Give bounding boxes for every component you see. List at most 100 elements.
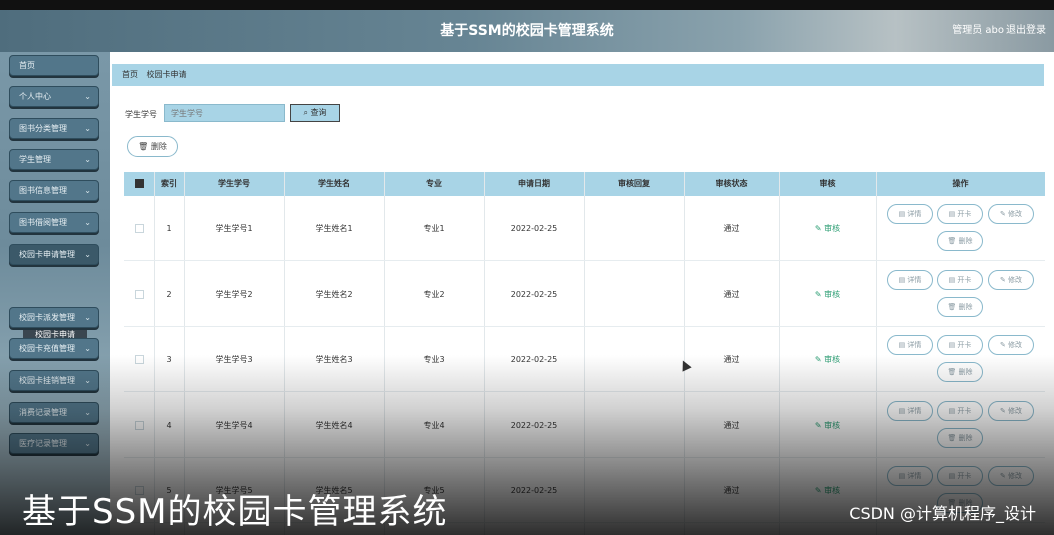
action-label: 详情: [907, 406, 922, 415]
open-card-button[interactable]: ▤ 开卡: [937, 335, 983, 355]
sidebar-item-7[interactable]: 校园卡派发管理 ⌄: [9, 307, 99, 328]
current-user: 管理员 abo: [952, 25, 1004, 36]
audit-link[interactable]: ✎ 审核: [779, 327, 876, 392]
row-checkbox[interactable]: [135, 355, 144, 364]
table-row: 4 学生学号4 学生姓名4 专业4 2022-02-25 通过 ✎ 审核 ▤ 详情 ▤ 开卡 ✎ …: [124, 393, 1045, 458]
search-button[interactable]: ⌕ 查询: [290, 104, 340, 122]
audit-link[interactable]: ✎ 审核: [779, 196, 876, 261]
sidebar-item-1[interactable]: 个人中心 ⌄: [9, 86, 99, 107]
column-header: 申请日期: [518, 179, 550, 188]
sidebar-item-label: 个人中心: [19, 92, 51, 101]
column-header: 操作: [952, 179, 969, 188]
table-cell-date: 2022-02-25: [510, 486, 558, 495]
logout-link[interactable]: 退出登录: [1006, 10, 1046, 52]
sidebar-item-9[interactable]: 校园卡挂销管理 ⌄: [9, 370, 99, 391]
table-cell-name: 学生姓名4: [315, 420, 353, 430]
open-card-button[interactable]: ▤ 开卡: [937, 269, 983, 290]
detail-button[interactable]: ▤ 详情: [887, 335, 933, 355]
row-checkbox[interactable]: [135, 289, 144, 299]
trash-icon: 🗑: [947, 237, 959, 245]
edit-button[interactable]: ✎ 修改: [988, 466, 1034, 486]
pencil-icon: ✎: [814, 289, 825, 299]
detail-button[interactable]: ▤ 详情: [887, 204, 933, 224]
sidebar-item-label: 消费记录管理: [19, 408, 67, 417]
edit-button[interactable]: ✎ 修改: [988, 204, 1034, 224]
edit-button[interactable]: ✎ 修改: [988, 335, 1034, 355]
table-cell-major: 专业1: [423, 224, 445, 233]
table-row: 2 学生学号2 学生姓名2 专业2 2022-02-25 通过 ✎ 审核 ▤ 详情 ▤ 开卡 ✎ …: [124, 262, 1045, 327]
row-checkbox[interactable]: [135, 224, 144, 233]
sidebar-item-label: 学生管理: [19, 155, 51, 164]
open-card-button[interactable]: ▤ 开卡: [937, 400, 983, 421]
table-cell-date: 2022-02-25: [510, 420, 558, 430]
breadcrumb-home[interactable]: 首页: [122, 70, 138, 79]
sidebar-item-label: 图书信息管理: [19, 186, 67, 195]
table-cell-status: 通过: [723, 289, 740, 299]
action-label: 修改: [1008, 210, 1023, 218]
open-card-button[interactable]: ▤ 开卡: [937, 466, 983, 486]
select-all-checkbox[interactable]: [135, 179, 144, 188]
sidebar-item-8[interactable]: 校园卡充值管理 ⌄: [9, 338, 99, 359]
action-label: 详情: [907, 341, 922, 349]
action-label: 详情: [907, 472, 922, 480]
main-content: 首页 校园卡申请 学生学号 ⌕ 查询 🗑 删除 索引学生学号学生姓名专业申请日期…: [112, 52, 1054, 535]
sidebar-item-3[interactable]: 学生管理 ⌄: [9, 149, 99, 170]
chevron-down-icon: ⌄: [84, 313, 91, 322]
sidebar-item-2[interactable]: 图书分类管理 ⌄: [9, 118, 99, 139]
table-cell-index: 4: [166, 420, 172, 430]
app-header: 基于SSM的校园卡管理系统 管理员 abo 退出登录: [0, 10, 1054, 52]
sidebar: 校园卡申请 首页 个人中心 ⌄ 图书分类管理 ⌄ 学生管理 ⌄ 图书信息管理 ⌄ 图书借阅管理 ⌄ 校…: [0, 52, 110, 535]
table-cell-reply: [584, 262, 684, 327]
table-cell-reply: [584, 327, 684, 392]
sidebar-item-10[interactable]: 消费记录管理 ⌄: [9, 402, 99, 423]
delete-button[interactable]: 🗑 删除: [937, 296, 983, 317]
pencil-icon: ✎: [814, 486, 825, 495]
trash-icon: 🗑: [947, 302, 959, 311]
chevron-down-icon: ⌄: [84, 92, 91, 101]
edit-button[interactable]: ✎ 修改: [988, 400, 1034, 421]
pencil-icon: ✎: [999, 406, 1009, 415]
table-cell-major: 专业2: [423, 289, 445, 299]
audit-link[interactable]: ✎ 审核: [779, 393, 876, 458]
detail-button[interactable]: ▤ 详情: [887, 269, 933, 290]
table-cell-student_id: 学生学号3: [215, 355, 253, 364]
sidebar-item-0[interactable]: 首页: [9, 55, 99, 76]
table-cell-date: 2022-02-25: [510, 224, 558, 233]
pencil-icon: ✎: [814, 420, 825, 430]
sidebar-item-5[interactable]: 图书借阅管理 ⌄: [9, 212, 99, 233]
delete-button[interactable]: 🗑 删除: [937, 427, 983, 448]
table-cell-index: 1: [166, 224, 172, 233]
audit-link[interactable]: ✎ 审核: [779, 262, 876, 327]
table-cell-name: 学生姓名2: [315, 289, 353, 299]
chevron-down-icon: ⌄: [84, 186, 91, 195]
delete-button[interactable]: 🗑 删除: [937, 231, 983, 251]
audit-label: 审核: [824, 289, 841, 299]
table-cell-major: 专业4: [423, 420, 445, 430]
sidebar-item-label: 校园卡挂销管理: [19, 376, 75, 385]
window-top-bar: [0, 0, 1054, 10]
trash-icon: 🗑: [138, 142, 149, 151]
chevron-down-icon: ⌄: [84, 344, 91, 353]
sidebar-item-6[interactable]: 校园卡申请管理 ⌄: [9, 244, 99, 265]
detail-button[interactable]: ▤ 详情: [887, 466, 933, 486]
batch-delete-button[interactable]: 🗑 删除: [127, 136, 178, 157]
open-card-button[interactable]: ▤ 开卡: [937, 204, 983, 224]
edit-button[interactable]: ✎ 修改: [988, 269, 1034, 290]
sidebar-item-label: 首页: [19, 61, 35, 70]
action-label: 删除: [958, 433, 973, 442]
column-header: 审核回复: [618, 179, 650, 188]
detail-button[interactable]: ▤ 详情: [887, 400, 933, 421]
table-cell-reply: [584, 458, 684, 523]
audit-label: 审核: [824, 355, 841, 364]
sidebar-item-4[interactable]: 图书信息管理 ⌄: [9, 180, 99, 201]
table-cell-reply: [584, 196, 684, 261]
chevron-down-icon: ⌄: [84, 218, 91, 227]
sidebar-item-11[interactable]: 医疗记录管理 ⌄: [9, 433, 99, 454]
chevron-down-icon: ⌄: [84, 439, 91, 448]
delete-button[interactable]: 🗑 删除: [937, 362, 983, 382]
column-header: 学生姓名: [318, 179, 350, 188]
student-id-search-input[interactable]: [164, 104, 285, 122]
sidebar-item-label: 图书借阅管理: [19, 218, 67, 227]
row-checkbox[interactable]: [135, 420, 144, 430]
sidebar-item-label: 医疗记录管理: [19, 439, 67, 448]
